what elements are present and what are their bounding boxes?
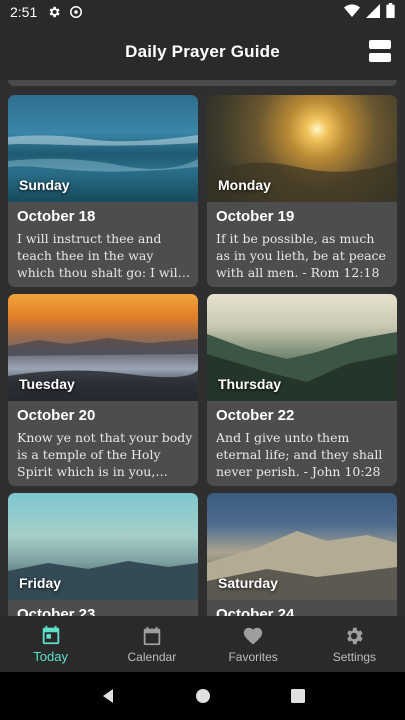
system-navigation-bar	[0, 672, 405, 720]
card-date: October 20	[17, 407, 96, 424]
status-bar: 2:51	[0, 0, 405, 24]
gear-icon	[347, 627, 364, 644]
tab-calendar[interactable]: Calendar	[101, 616, 202, 672]
tab-settings-label: Settings	[332, 649, 377, 664]
status-time: 2:51	[10, 4, 38, 20]
settings-gear-status-icon	[45, 3, 63, 21]
calendar-today-icon	[42, 625, 59, 645]
back-icon[interactable]	[100, 688, 116, 704]
card-day: Thursday	[218, 376, 282, 392]
heart-icon	[243, 627, 263, 645]
tab-calendar-label: Calendar	[127, 649, 177, 664]
prayer-card-friday[interactable]: Friday October 23	[8, 493, 198, 616]
tab-settings[interactable]: Settings	[304, 616, 405, 672]
card-date: October 24	[216, 606, 295, 616]
card-day: Saturday	[218, 575, 278, 591]
app-bar: Daily Prayer Guide	[0, 24, 405, 80]
cell-signal-icon	[366, 3, 380, 21]
card-verse: And I give unto them eternal life; and t…	[216, 430, 383, 479]
card-day: Sunday	[19, 177, 70, 193]
prayer-card-saturday[interactable]: Saturday October 24	[207, 493, 397, 616]
wifi-icon	[344, 3, 360, 21]
page-title: Daily Prayer Guide	[125, 42, 280, 61]
card-date: October 18	[17, 208, 96, 225]
layout-row-bottom	[369, 53, 391, 62]
layout-row-top	[369, 40, 391, 49]
card-verse: If it be possible, as much as in you lie…	[216, 231, 386, 280]
card-day: Tuesday	[19, 376, 75, 392]
bottom-navigation: Today Calendar Favorites Settings	[0, 616, 405, 672]
card-verse: I will instruct thee and teach thee in t…	[17, 231, 182, 280]
tab-today-label: Today	[33, 649, 68, 664]
card-date: October 19	[216, 208, 295, 225]
card-date: October 23	[17, 606, 96, 616]
prayer-card-grid[interactable]: Sunday October 18 I will instruct thee a…	[0, 80, 405, 616]
battery-icon	[386, 3, 395, 21]
prayer-card-tuesday[interactable]: Tuesday October 20 Know ye not that your…	[8, 294, 198, 486]
home-icon[interactable]	[195, 688, 211, 704]
tab-favorites[interactable]: Favorites	[203, 616, 304, 672]
card-date: October 22	[216, 407, 295, 424]
calendar-icon	[143, 626, 161, 645]
tab-today[interactable]: Today	[0, 616, 101, 672]
prayer-card-thursday[interactable]: Thursday October 22 And I give unto them…	[207, 294, 397, 486]
no-disturb-status-icon	[67, 3, 85, 21]
tab-favorites-label: Favorites	[228, 649, 278, 664]
layout-toggle-button[interactable]	[369, 40, 391, 62]
previous-card-edge	[8, 80, 397, 86]
card-verse: Know ye not that your body is a temple o…	[17, 430, 193, 479]
card-day: Friday	[19, 575, 62, 591]
recents-icon[interactable]	[290, 688, 306, 704]
prayer-card-monday[interactable]: Monday October 19 If it be possible, as …	[207, 95, 397, 287]
card-day: Monday	[218, 177, 271, 193]
prayer-card-sunday[interactable]: Sunday October 18 I will instruct thee a…	[8, 95, 198, 287]
